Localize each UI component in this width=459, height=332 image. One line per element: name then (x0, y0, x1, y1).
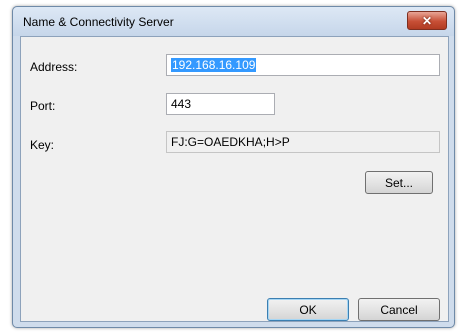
key-value: FJ:G=OAEDKHA;H>P (171, 135, 290, 149)
port-label: Port: (30, 99, 56, 113)
address-label: Address: (30, 60, 78, 74)
close-icon: ✕ (421, 13, 433, 28)
window-title: Name & Connectivity Server (23, 15, 174, 29)
dialog-body: Address: 192.168.16.109 Port: 443 Key: F… (20, 36, 449, 322)
port-value: 443 (171, 97, 192, 111)
set-button[interactable]: Set... (365, 171, 433, 194)
ok-button[interactable]: OK (267, 298, 349, 321)
address-value: 192.168.16.109 (171, 58, 257, 72)
title-bar[interactable]: Name & Connectivity Server ✕ (13, 7, 454, 36)
port-input[interactable]: 443 (166, 93, 275, 115)
dialog-window: Name & Connectivity Server ✕ Address: 19… (12, 6, 455, 328)
key-field[interactable]: FJ:G=OAEDKHA;H>P (166, 131, 440, 153)
close-button[interactable]: ✕ (407, 11, 447, 30)
key-label: Key: (30, 138, 55, 152)
address-input[interactable]: 192.168.16.109 (166, 54, 440, 76)
cancel-button[interactable]: Cancel (358, 298, 440, 321)
